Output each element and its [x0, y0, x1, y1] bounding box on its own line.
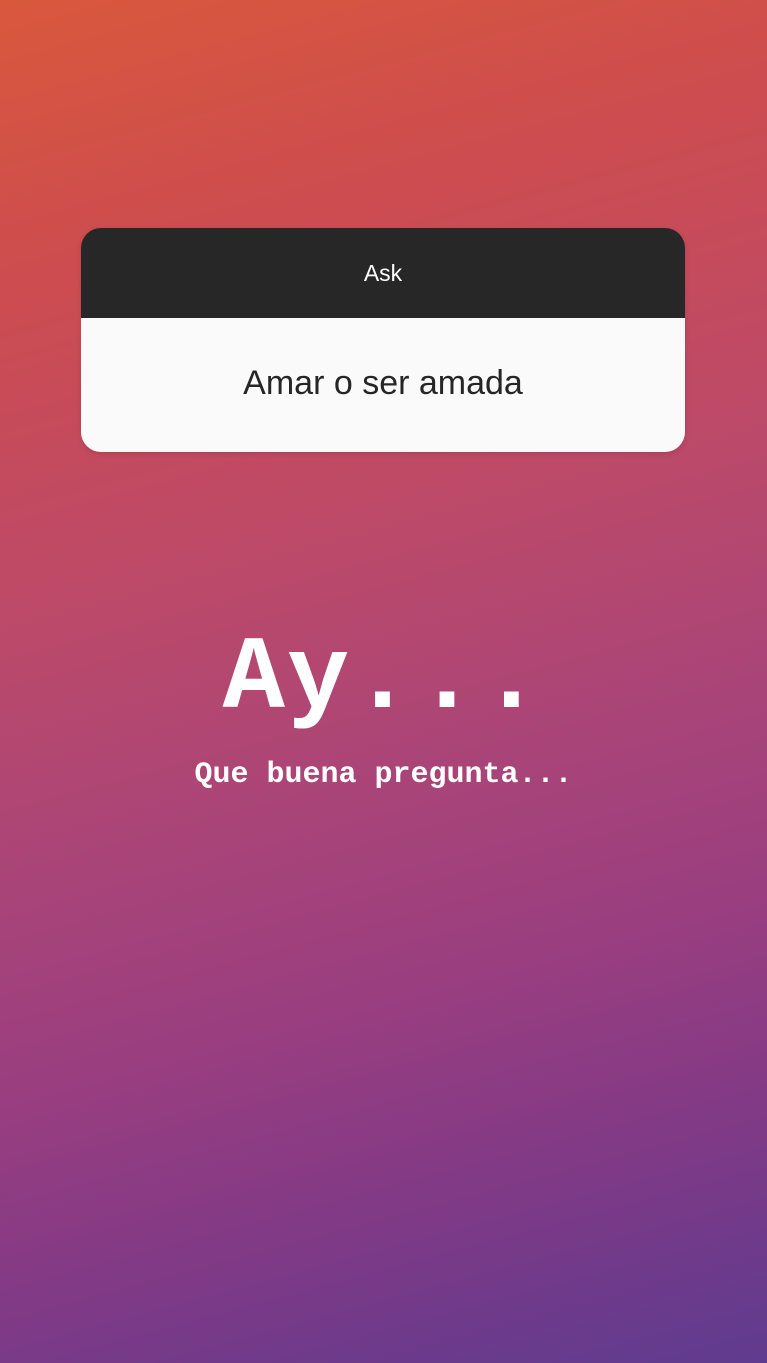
reply-subtitle-text: Que buena pregunta... [194, 758, 573, 792]
sticker-header: Ask [81, 228, 685, 318]
sticker-question-text: Amar o ser amada [243, 363, 523, 402]
sticker-header-label: Ask [363, 259, 403, 286]
reply-title-text: Ay... [222, 621, 545, 739]
sticker-question: Amar o ser amada [81, 318, 685, 452]
question-sticker[interactable]: Ask Amar o ser amada [81, 228, 685, 452]
